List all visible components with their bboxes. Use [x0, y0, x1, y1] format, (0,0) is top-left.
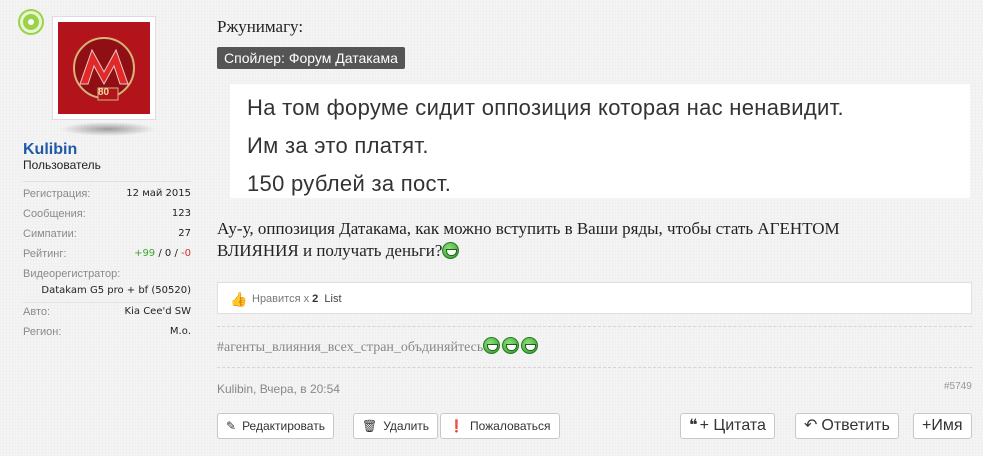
rating-negative: -0	[181, 248, 191, 259]
report-button[interactable]: ❗ Пожаловаться	[440, 413, 560, 439]
reply-label: Ответить	[821, 417, 890, 434]
divider	[217, 367, 972, 368]
quote-label: + Цитата	[699, 417, 766, 434]
rating-separator: /	[155, 248, 165, 259]
stat-likes: Симпатии: 27	[23, 228, 191, 240]
quote-icon: ❝	[689, 417, 698, 434]
likes-text: Нравится х 2 List	[252, 293, 342, 305]
avatar-shadow	[60, 122, 156, 136]
stat-label: Авто:	[23, 306, 51, 318]
post-meta: Kulibin, Вчера, в 20:54	[217, 382, 340, 396]
message-text: Ау-у, оппозиция Датакама, как можно всту…	[217, 218, 957, 262]
trash-icon: 🗑	[362, 419, 378, 433]
post-number-link[interactable]: #5749	[944, 381, 972, 392]
stat-value: 123	[171, 208, 191, 219]
message-line: Ау-у, оппозиция Датакама, как можно всту…	[217, 219, 840, 238]
spoiler-line: На том форуме сидит оппозиция которая на…	[247, 95, 844, 120]
online-status-icon	[20, 11, 42, 33]
reply-button[interactable]: ↶ Ответить	[795, 413, 899, 439]
rating-positive: +99	[134, 248, 156, 259]
rating-separator: /	[171, 248, 182, 259]
stat-rating: Рейтинг: +99 / 0 / -0	[23, 248, 191, 260]
metro-badge-icon	[58, 22, 150, 114]
reply-icon: ↶	[804, 417, 818, 434]
stat-messages: Сообщения: 123	[23, 208, 191, 220]
thumbs-up-icon: 👍	[230, 291, 248, 307]
pencil-icon: ✎	[226, 419, 237, 433]
stat-value: Kia Cee'd SW	[124, 306, 191, 317]
stat-label: Симпатии:	[23, 228, 77, 240]
stat-dvr: Видеорегистратор:	[23, 268, 191, 280]
edit-button[interactable]: ✎ Редактировать	[217, 413, 334, 439]
grin-smiley-icon	[521, 337, 539, 354]
likes-prefix: Нравится х	[252, 293, 313, 305]
message-line-2: ВЛИЯНИЯ и получать деньги?	[217, 240, 957, 262]
edit-label: Редактировать	[242, 419, 325, 433]
stat-label: Регион:	[23, 326, 62, 338]
spoiler-toggle-button[interactable]: Спойлер: Форум Датакама	[217, 47, 405, 69]
avatar[interactable]: 80	[52, 16, 156, 120]
quote-button[interactable]: ❝ + Цитата	[680, 413, 775, 439]
grin-smiley-icon	[442, 242, 460, 259]
delete-label: Удалить	[383, 419, 430, 433]
stat-value: 12 май 2015	[126, 188, 191, 199]
alert-icon: ❗	[449, 419, 464, 433]
stat-label: Регистрация:	[23, 188, 91, 200]
spoiler-line: Им за это платят.	[247, 133, 429, 158]
stat-label: Сообщения:	[23, 208, 86, 220]
likes-summary: 👍 Нравится х 2 List	[217, 282, 972, 314]
spoiler-line: 150 рублей за пост.	[247, 171, 452, 196]
likes-list-link[interactable]: List	[324, 293, 341, 305]
stat-car: Авто: Kia Cee'd SW	[23, 306, 191, 318]
avatar-badge-text: 80	[98, 87, 110, 98]
hashtag-text: #агенты_влияния_всех_стран_объдиняйтесь	[217, 340, 484, 355]
stat-label: Видеорегистратор:	[23, 268, 121, 280]
divider	[23, 181, 191, 182]
delete-button[interactable]: 🗑 Удалить	[353, 413, 439, 439]
grin-smiley-icon	[502, 337, 520, 354]
stat-registration: Регистрация: 12 май 2015	[23, 188, 191, 200]
report-label: Пожаловаться	[469, 419, 551, 433]
grin-smiley-icon	[483, 337, 501, 354]
mention-name-button[interactable]: +Имя	[913, 413, 972, 439]
stat-value: Datakam G5 pro + bf (50520)	[41, 285, 191, 296]
mention-label: +Имя	[922, 417, 963, 434]
likes-count: 2	[312, 293, 319, 305]
rating-value: +99 / 0 / -0	[134, 248, 191, 259]
stat-value: 27	[178, 228, 191, 239]
meta-author-link[interactable]: Kulibin	[217, 382, 253, 396]
stat-region: Регион: М.о.	[23, 326, 191, 338]
stat-label: Рейтинг:	[23, 248, 67, 260]
user-title: Пользователь	[23, 158, 101, 172]
username-link[interactable]: Kulibin	[23, 141, 77, 159]
message-line: ВЛИЯНИЯ и получать деньги?	[217, 241, 443, 260]
divider	[23, 302, 191, 303]
meta-time: , Вчера, в 20:54	[253, 382, 340, 396]
divider	[217, 326, 972, 327]
stat-value: М.о.	[169, 326, 191, 337]
hashtag-line: #агенты_влияния_всех_стран_объдиняйтесь	[217, 337, 539, 356]
quote-author: Ржунимагу:	[217, 17, 304, 36]
